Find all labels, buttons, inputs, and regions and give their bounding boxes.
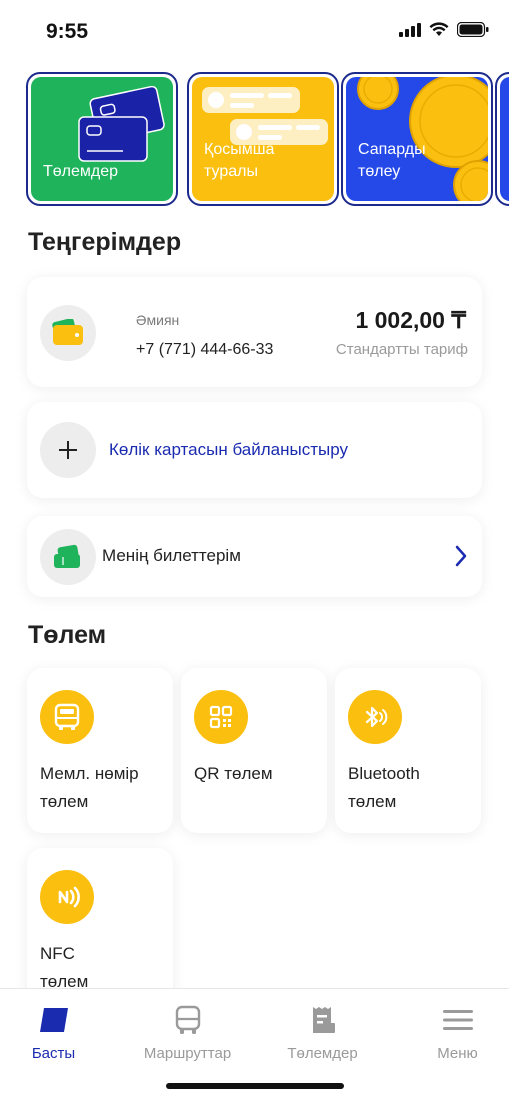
- story-about-app[interactable]: Қосымша туралы: [187, 72, 339, 206]
- story-label: Сапарды төлеу: [358, 141, 426, 180]
- story-label: Төлемдер: [43, 163, 119, 180]
- receipt-icon: [312, 1007, 335, 1033]
- wallet-card[interactable]: Әмиян +7 (771) 444-66-33 1 002,00 ₸ Стан…: [27, 277, 482, 387]
- wallet-phone: +7 (771) 444-66-33: [136, 341, 274, 358]
- nav-label: Төлемдер: [287, 1045, 358, 1062]
- menu-icon: [442, 1010, 473, 1030]
- bluetooth-icon: [365, 706, 388, 728]
- bus-nav-icon: [175, 1005, 200, 1034]
- wallet-name: Әмиян: [136, 312, 180, 328]
- wallet-balance: 1 002,00 ₸: [355, 307, 466, 333]
- home-icon: [39, 1008, 68, 1032]
- status-time: 9:55: [46, 20, 89, 43]
- nav-label: Меню: [437, 1045, 478, 1062]
- wallet-icon-circle: [40, 305, 96, 361]
- nav-item-payments[interactable]: Төлемдер: [259, 1003, 386, 1062]
- tickets-label: Менің билеттерім: [102, 546, 241, 565]
- tile-label: Мемл. нөмір төлем: [40, 764, 139, 811]
- nfc-icon-circle: [40, 870, 94, 924]
- cards-icon: [78, 85, 165, 162]
- story-about-app-cover: Қосымша туралы: [192, 77, 334, 201]
- chevron-right-icon: [455, 545, 467, 567]
- signal-icon: [399, 22, 421, 37]
- tickets-icon-circle: [40, 529, 96, 585]
- tile-label: Bluetooth төлем: [348, 764, 420, 811]
- nav-item-routes[interactable]: Маршруттар: [124, 1003, 251, 1062]
- home-indicator[interactable]: [166, 1083, 344, 1089]
- bluetooth-payment-tile[interactable]: Bluetooth төлем: [335, 668, 481, 833]
- nav-label: Басты: [31, 1045, 76, 1062]
- story-next[interactable]: [495, 72, 509, 206]
- wallet-icon: [52, 319, 83, 345]
- story-pay-trip[interactable]: Сапарды төлеу: [341, 72, 493, 206]
- plus-icon-circle: [40, 422, 96, 478]
- app-screen: 9:55 Төлемдер Қосымша туралы Сапарды төл…: [0, 0, 509, 1102]
- link-card-label: Көлік картасын байланыстыру: [109, 440, 348, 459]
- nav-item-menu[interactable]: Меню: [394, 1003, 509, 1062]
- story-payments-cover: Төлемдер: [31, 77, 173, 201]
- story-payments[interactable]: Төлемдер: [26, 72, 178, 206]
- link-card-button[interactable]: Көлік картасын байланыстыру: [27, 402, 482, 498]
- tickets-icon: [54, 544, 80, 568]
- balances-title: Теңгерімдер: [28, 228, 182, 256]
- qr-payment-tile[interactable]: QR төлем: [181, 668, 327, 833]
- wallet-tariff: Стандартты тариф: [335, 341, 468, 358]
- battery-icon: [457, 22, 489, 37]
- story-label: Қосымша туралы: [204, 141, 275, 180]
- nav-label: Маршруттар: [143, 1045, 232, 1062]
- plate-number-payment-tile[interactable]: Мемл. нөмір төлем: [27, 668, 173, 833]
- story-pay-trip-cover: Сапарды төлеу: [346, 77, 488, 201]
- nav-item-home[interactable]: Басты: [0, 1003, 117, 1062]
- chat-bubbles-icon: [202, 87, 328, 145]
- my-tickets-button[interactable]: Менің билеттерім: [27, 516, 482, 597]
- status-icons: [399, 22, 489, 37]
- wifi-icon: [429, 22, 449, 36]
- bluetooth-icon-circle: [348, 690, 402, 744]
- tile-label: QR төлем: [194, 764, 273, 783]
- stories-carousel[interactable]: Төлемдер Қосымша туралы Сапарды төлеу: [26, 72, 509, 206]
- nfc-icon: [58, 886, 80, 908]
- status-bar: 9:55: [0, 0, 509, 62]
- story-next-cover: [500, 77, 509, 201]
- bus-icon: [54, 703, 80, 730]
- plus-icon: [59, 441, 77, 459]
- qr-icon: [209, 705, 233, 729]
- bus-icon-circle: [40, 690, 94, 744]
- payment-title: Төлем: [28, 621, 107, 649]
- qr-icon-circle: [194, 690, 248, 744]
- nfc-payment-tile[interactable]: NFC төлем: [27, 848, 173, 1008]
